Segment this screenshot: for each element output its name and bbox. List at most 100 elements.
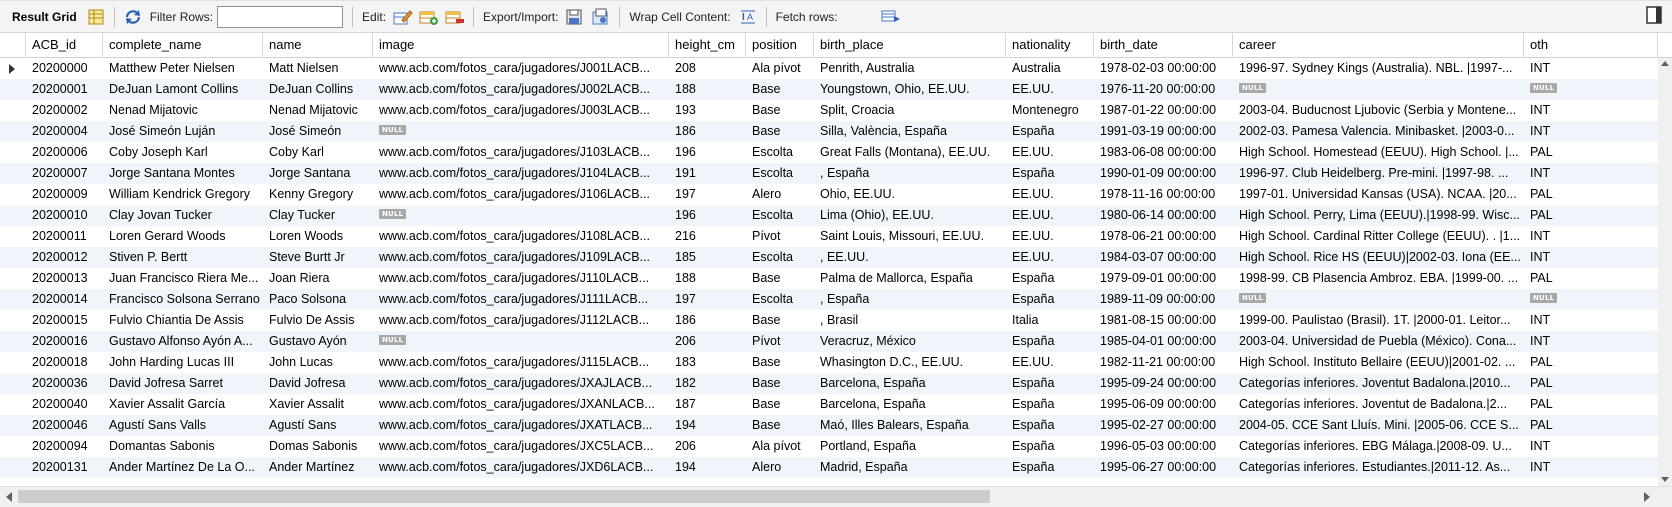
cell-complete-name[interactable]: John Harding Lucas III (103, 352, 263, 373)
horizontal-scrollbar[interactable] (0, 486, 1672, 507)
column-header-ACB-id[interactable]: ACB_id (26, 33, 103, 58)
column-header-position[interactable]: position (746, 33, 814, 58)
row-indicator[interactable] (0, 100, 26, 121)
cell-birth-date[interactable]: 1990-01-09 00:00:00 (1094, 163, 1233, 184)
fetch-next-rows-icon[interactable] (880, 6, 902, 28)
cell-nationality[interactable]: España (1006, 163, 1094, 184)
cell-position[interactable]: Base (746, 310, 814, 331)
cell-birth-place[interactable]: , Brasil (814, 310, 1006, 331)
cell-ACB-id[interactable]: 20200014 (26, 289, 103, 310)
edit-row-icon[interactable] (392, 6, 414, 28)
cell-complete-name[interactable]: Stiven P. Bertt (103, 247, 263, 268)
cell-image[interactable]: www.acb.com/fotos_cara/jugadores/J115LAC… (373, 352, 669, 373)
row-indicator[interactable] (0, 184, 26, 205)
cell-position[interactable]: Ala pívot (746, 436, 814, 457)
cell-career[interactable]: Categorías inferiores. Joventut Badalona… (1233, 373, 1524, 394)
cell-complete-name[interactable]: José Simeón Luján (103, 121, 263, 142)
table-row[interactable]: 20200010 Clay Jovan Tucker Clay Tucker NULL… (0, 205, 1658, 226)
cell-name[interactable]: Gustavo Ayón (263, 331, 373, 352)
cell-position[interactable]: Alero (746, 457, 814, 478)
cell-complete-name[interactable]: Nenad Mijatovic (103, 100, 263, 121)
cell-complete-name[interactable]: Xavier Assalit García (103, 394, 263, 415)
cell-birth-place[interactable]: Great Falls (Montana), EE.UU. (814, 142, 1006, 163)
row-indicator[interactable] (0, 415, 26, 436)
cell-position[interactable]: Pívot (746, 226, 814, 247)
cell-height-cm[interactable]: 191 (669, 163, 746, 184)
table-row[interactable]: 20200004 José Simeón Luján José Simeón NULL… (0, 121, 1658, 142)
cell-height-cm[interactable]: 182 (669, 373, 746, 394)
cell-name[interactable]: Clay Tucker (263, 205, 373, 226)
cell-name[interactable]: Loren Woods (263, 226, 373, 247)
cell-position[interactable]: Base (746, 121, 814, 142)
cell-height-cm[interactable]: 187 (669, 394, 746, 415)
cell-oth[interactable]: PAL (1524, 373, 1658, 394)
cell-birth-place[interactable]: Lima (Ohio), EE.UU. (814, 205, 1006, 226)
cell-career[interactable]: High School. Perry, Lima (EEUU).|1998-99… (1233, 205, 1524, 226)
cell-nationality[interactable]: España (1006, 289, 1094, 310)
cell-image[interactable]: www.acb.com/fotos_cara/jugadores/JXD6LAC… (373, 457, 669, 478)
cell-oth[interactable]: PAL (1524, 142, 1658, 163)
table-row[interactable]: 20200013 Juan Francisco Riera Me... Joan R… (0, 268, 1658, 289)
cell-name[interactable]: Ander Martínez (263, 457, 373, 478)
cell-height-cm[interactable]: 206 (669, 436, 746, 457)
cell-oth[interactable]: INT (1524, 121, 1658, 142)
cell-nationality[interactable]: España (1006, 415, 1094, 436)
cell-position[interactable]: Base (746, 352, 814, 373)
cell-nationality[interactable]: España (1006, 331, 1094, 352)
cell-ACB-id[interactable]: 20200012 (26, 247, 103, 268)
cell-height-cm[interactable]: 188 (669, 268, 746, 289)
cell-birth-date[interactable]: 1979-09-01 00:00:00 (1094, 268, 1233, 289)
cell-nationality[interactable]: EE.UU. (1006, 79, 1094, 100)
row-indicator[interactable] (0, 163, 26, 184)
row-indicator[interactable] (0, 373, 26, 394)
cell-height-cm[interactable]: 188 (669, 79, 746, 100)
vertical-scrollbar[interactable] (1658, 58, 1672, 486)
cell-ACB-id[interactable]: 20200010 (26, 205, 103, 226)
cell-birth-place[interactable]: Barcelona, España (814, 394, 1006, 415)
cell-name[interactable]: José Simeón (263, 121, 373, 142)
cell-complete-name[interactable]: Agustí Sans Valls (103, 415, 263, 436)
cell-career[interactable]: 2003-04. Universidad de Puebla (México).… (1233, 331, 1524, 352)
cell-birth-place[interactable]: Penrith, Australia (814, 58, 1006, 79)
cell-position[interactable]: Pívot (746, 331, 814, 352)
table-row[interactable]: 20200002 Nenad Mijatovic Nenad Mijatovic ww… (0, 100, 1658, 121)
cell-complete-name[interactable]: DeJuan Lamont Collins (103, 79, 263, 100)
cell-oth[interactable]: NULL (1524, 79, 1658, 100)
cell-nationality[interactable]: España (1006, 373, 1094, 394)
cell-ACB-id[interactable]: 20200002 (26, 100, 103, 121)
cell-oth[interactable]: INT (1524, 247, 1658, 268)
table-row[interactable]: 20200014 Francisco Solsona Serrano Paco So… (0, 289, 1658, 310)
cell-position[interactable]: Escolta (746, 205, 814, 226)
cell-birth-place[interactable]: Maó, Illes Balears, España (814, 415, 1006, 436)
cell-name[interactable]: Xavier Assalit (263, 394, 373, 415)
cell-birth-place[interactable]: , EE.UU. (814, 247, 1006, 268)
cell-career[interactable]: NULL (1233, 289, 1524, 310)
cell-birth-place[interactable]: Barcelona, España (814, 373, 1006, 394)
cell-complete-name[interactable]: Ander Martínez De La O... (103, 457, 263, 478)
cell-image[interactable]: www.acb.com/fotos_cara/jugadores/JXC5LAC… (373, 436, 669, 457)
add-row-icon[interactable] (418, 6, 440, 28)
cell-nationality[interactable]: EE.UU. (1006, 184, 1094, 205)
cell-career[interactable]: High School. Homestead (EEUU). High Scho… (1233, 142, 1524, 163)
column-header-oth[interactable]: oth (1524, 33, 1658, 58)
scroll-up-arrow-icon[interactable] (1661, 61, 1669, 66)
refresh-icon[interactable] (122, 6, 144, 28)
cell-image[interactable]: www.acb.com/fotos_cara/jugadores/J104LAC… (373, 163, 669, 184)
cell-image[interactable]: www.acb.com/fotos_cara/jugadores/J003LAC… (373, 100, 669, 121)
cell-ACB-id[interactable]: 20200094 (26, 436, 103, 457)
cell-career[interactable]: High School. Cardinal Ritter College (EE… (1233, 226, 1524, 247)
horizontal-scroll-thumb[interactable] (18, 490, 990, 503)
cell-complete-name[interactable]: Matthew Peter Nielsen (103, 58, 263, 79)
cell-birth-date[interactable]: 1978-11-16 00:00:00 (1094, 184, 1233, 205)
cell-ACB-id[interactable]: 20200009 (26, 184, 103, 205)
cell-position[interactable]: Base (746, 268, 814, 289)
cell-position[interactable]: Escolta (746, 163, 814, 184)
cell-nationality[interactable]: EE.UU. (1006, 226, 1094, 247)
cell-birth-place[interactable]: Palma de Mallorca, España (814, 268, 1006, 289)
cell-name[interactable]: Steve Burtt Jr (263, 247, 373, 268)
row-indicator[interactable] (0, 142, 26, 163)
cell-birth-date[interactable]: 1976-11-20 00:00:00 (1094, 79, 1233, 100)
cell-ACB-id[interactable]: 20200036 (26, 373, 103, 394)
scroll-down-arrow-icon[interactable] (1661, 477, 1669, 482)
cell-birth-place[interactable]: Ohio, EE.UU. (814, 184, 1006, 205)
